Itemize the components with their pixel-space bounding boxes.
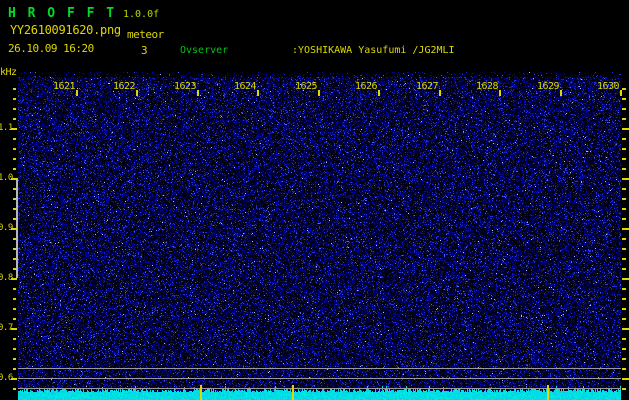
freq-major-tick-right [622, 378, 629, 380]
freq-minor-tick-right [622, 268, 626, 270]
freq-minor-tick-right [622, 98, 626, 100]
time-tick [560, 90, 562, 96]
freq-minor-tick-left [13, 118, 16, 120]
time-tick [257, 90, 259, 96]
freq-major-tick-right [622, 128, 629, 130]
echo-marker [200, 385, 202, 400]
time-tick [439, 90, 441, 96]
freq-minor-tick-right [622, 358, 626, 360]
freq-minor-tick-left [13, 208, 16, 210]
freq-minor-tick-left [13, 148, 16, 150]
time-tick [76, 90, 78, 96]
freq-minor-tick-left [13, 348, 16, 350]
freq-tick-label: 0.7 [0, 323, 13, 333]
time-tick [136, 90, 138, 96]
freq-minor-tick-right [622, 348, 626, 350]
freq-tick-label: 0.9 [0, 223, 13, 233]
freq-minor-tick-right [622, 338, 626, 340]
freq-minor-tick-right [622, 118, 626, 120]
freq-minor-tick-right [622, 368, 626, 370]
freq-minor-tick-left [13, 88, 16, 90]
freq-minor-tick-right [622, 218, 626, 220]
app-title: H R O F F T [8, 6, 117, 21]
freq-minor-tick-left [13, 298, 16, 300]
freq-minor-tick-left [13, 318, 16, 320]
echo-marker [292, 385, 294, 400]
freq-minor-tick-right [622, 198, 626, 200]
freq-minor-tick-left [13, 268, 16, 270]
freq-major-tick-right [622, 278, 629, 280]
freq-major-tick-right [622, 178, 629, 180]
info-row-observer: Ovserver :YOSHIKAWA Yasufumi /JG2MLI [180, 45, 575, 57]
freq-minor-tick-left [13, 188, 16, 190]
capture-filename: YY2610091620.png [10, 23, 121, 37]
capture-datetime: 26.10.09 16:20 [8, 42, 94, 55]
reference-line [18, 378, 621, 379]
freq-minor-tick-right [622, 258, 626, 260]
echo-marker [547, 385, 549, 400]
freq-minor-tick-left [13, 138, 16, 140]
freq-minor-tick-left [13, 98, 16, 100]
freq-minor-tick-left [13, 238, 16, 240]
freq-minor-tick-right [622, 158, 626, 160]
freq-minor-tick-right [622, 188, 626, 190]
time-tick [620, 90, 622, 96]
freq-minor-tick-right [622, 108, 626, 110]
freq-minor-tick-right [622, 208, 626, 210]
freq-minor-tick-left [13, 368, 16, 370]
freq-tick-label: 0.8 [0, 273, 13, 283]
freq-minor-tick-left [13, 168, 16, 170]
reference-line [18, 368, 621, 369]
freq-minor-tick-left [13, 258, 16, 260]
freq-minor-tick-right [622, 168, 626, 170]
freq-tick-label: 1.1 [0, 123, 13, 133]
time-tick [318, 90, 320, 96]
freq-minor-tick-right [622, 248, 626, 250]
app-version: 1.0.0f [123, 9, 160, 20]
freq-minor-tick-right [622, 288, 626, 290]
time-tick [197, 90, 199, 96]
freq-minor-tick-right [622, 148, 626, 150]
time-tick [378, 90, 380, 96]
freq-minor-tick-right [622, 238, 626, 240]
freq-minor-tick-left [13, 338, 16, 340]
meteor-count: 3 [141, 44, 148, 57]
freq-minor-tick-left [13, 288, 16, 290]
freq-minor-tick-right [622, 318, 626, 320]
info-value: :YOSHIKAWA Yasufumi /JG2MLI [292, 45, 455, 56]
freq-minor-tick-left [13, 158, 16, 160]
freq-minor-tick-right [622, 138, 626, 140]
reference-line [18, 388, 621, 389]
hrofft-screen: H R O F F T 1.0.0f YY2610091620.png mete… [0, 0, 629, 400]
spectrogram-canvas [18, 72, 621, 400]
freq-major-tick-right [622, 328, 629, 330]
freq-tick-label: 1.0 [0, 173, 13, 183]
freq-minor-tick-left [13, 248, 16, 250]
freq-minor-tick-left [13, 358, 16, 360]
freq-axis-unit: kHz [0, 67, 17, 78]
freq-minor-tick-right [622, 388, 626, 390]
freq-minor-tick-left [13, 198, 16, 200]
freq-minor-tick-left [13, 108, 16, 110]
freq-tick-label: 0.6 [0, 373, 13, 383]
mode-label: meteor [127, 28, 164, 41]
freq-major-tick-right [622, 228, 629, 230]
info-label: Ovserver [180, 45, 229, 56]
freq-minor-tick-right [622, 308, 626, 310]
freq-minor-tick-right [622, 298, 626, 300]
freq-minor-tick-left [13, 308, 16, 310]
freq-minor-tick-left [13, 388, 16, 390]
freq-minor-tick-left [13, 218, 16, 220]
time-tick [499, 90, 501, 96]
